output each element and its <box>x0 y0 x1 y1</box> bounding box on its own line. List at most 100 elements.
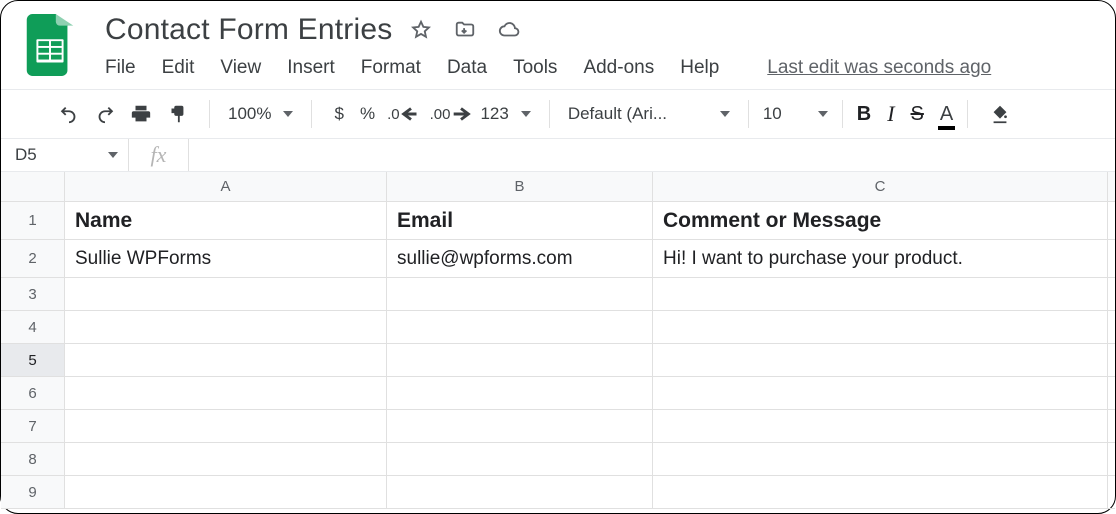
cell-A2[interactable]: Sullie WPForms <box>65 240 387 277</box>
caret-down-icon <box>283 111 293 117</box>
cell-B7[interactable] <box>387 410 653 442</box>
toolbar-separator <box>842 100 843 128</box>
cell-C7[interactable] <box>653 410 1108 442</box>
zoom-select[interactable]: 100% <box>224 104 297 124</box>
grid-row: 5 <box>1 344 1115 377</box>
percent-button[interactable]: % <box>352 104 383 124</box>
menu-tools[interactable]: Tools <box>513 57 557 79</box>
menu-data[interactable]: Data <box>447 57 487 79</box>
cell-B4[interactable] <box>387 311 653 343</box>
star-icon[interactable] <box>410 19 432 41</box>
increase-decimal-button[interactable]: .00 <box>426 96 477 132</box>
row-header-3[interactable]: 3 <box>1 278 65 310</box>
cell-C1[interactable]: Comment or Message <box>653 202 1108 239</box>
caret-down-icon <box>720 111 730 117</box>
col-header-B[interactable]: B <box>387 172 653 201</box>
menu-help[interactable]: Help <box>680 57 719 79</box>
cell-C8[interactable] <box>653 443 1108 475</box>
row-header-6[interactable]: 6 <box>1 377 65 409</box>
cell-C4[interactable] <box>653 311 1108 343</box>
menu-view[interactable]: View <box>220 57 261 79</box>
menu-edit[interactable]: Edit <box>162 57 195 79</box>
col-header-A[interactable]: A <box>65 172 387 201</box>
column-headers: A B C <box>1 172 1115 202</box>
cell-B2[interactable]: sullie@wpforms.com <box>387 240 653 277</box>
docs-header: Contact Form Entries File Edit View Inse… <box>1 1 1115 79</box>
grid-row: 9 <box>1 476 1115 509</box>
sheets-logo[interactable] <box>23 11 77 79</box>
col-header-C[interactable]: C <box>653 172 1108 201</box>
menu-insert[interactable]: Insert <box>287 57 335 79</box>
paint-format-button[interactable] <box>159 96 195 132</box>
row-header-1[interactable]: 1 <box>1 202 65 239</box>
strikethrough-button[interactable]: S <box>911 103 924 126</box>
cell-C3[interactable] <box>653 278 1108 310</box>
cell-A9[interactable] <box>65 476 387 508</box>
row-header-8[interactable]: 8 <box>1 443 65 475</box>
redo-button[interactable] <box>87 96 123 132</box>
cell-B6[interactable] <box>387 377 653 409</box>
grid-row: 1 Name Email Comment or Message <box>1 202 1115 240</box>
cell-B3[interactable] <box>387 278 653 310</box>
italic-button[interactable]: I <box>887 101 894 127</box>
select-all-corner[interactable] <box>1 172 65 201</box>
cell-B9[interactable] <box>387 476 653 508</box>
cell-C6[interactable] <box>653 377 1108 409</box>
formula-bar: D5 fx <box>1 138 1115 172</box>
cell-A6[interactable] <box>65 377 387 409</box>
number-format-select[interactable]: 123 <box>476 104 534 124</box>
menu-file[interactable]: File <box>105 57 136 79</box>
row-header-9[interactable]: 9 <box>1 476 65 508</box>
grid-row: 7 <box>1 410 1115 443</box>
formula-input[interactable] <box>189 139 1115 171</box>
row-header-7[interactable]: 7 <box>1 410 65 442</box>
cell-C5[interactable] <box>653 344 1108 376</box>
menu-addons[interactable]: Add-ons <box>583 57 654 79</box>
zoom-value: 100% <box>228 104 271 124</box>
cell-C9[interactable] <box>653 476 1108 508</box>
cell-A7[interactable] <box>65 410 387 442</box>
cell-A8[interactable] <box>65 443 387 475</box>
last-edit-link[interactable]: Last edit was seconds ago <box>767 57 991 79</box>
toolbar-separator <box>209 100 210 128</box>
cloud-status-icon[interactable] <box>498 19 520 41</box>
cell-B8[interactable] <box>387 443 653 475</box>
row-header-5[interactable]: 5 <box>1 344 65 376</box>
fill-color-button[interactable] <box>982 96 1018 132</box>
grid-row: 6 <box>1 377 1115 410</box>
caret-down-icon[interactable] <box>818 111 828 117</box>
decrease-decimal-button[interactable]: .0 <box>383 96 426 132</box>
cell-B1[interactable]: Email <box>387 202 653 239</box>
cell-A1[interactable]: Name <box>65 202 387 239</box>
cell-C2[interactable]: Hi! I want to purchase your product. <box>653 240 1108 277</box>
bold-button[interactable]: B <box>857 103 871 126</box>
font-size-value[interactable]: 10 <box>763 104 782 124</box>
cell-B5[interactable] <box>387 344 653 376</box>
grid-row: 2 Sullie WPForms sullie@wpforms.com Hi! … <box>1 240 1115 278</box>
doc-title[interactable]: Contact Form Entries <box>105 13 392 47</box>
text-color-button[interactable]: A <box>940 103 953 126</box>
undo-button[interactable] <box>51 96 87 132</box>
toolbar-separator <box>549 100 550 128</box>
toolbar-separator <box>967 100 968 128</box>
caret-down-icon <box>108 152 118 158</box>
currency-button[interactable]: $ <box>326 104 351 124</box>
fx-icon: fx <box>129 139 189 171</box>
grid-row: 4 <box>1 311 1115 344</box>
toolbar-separator <box>311 100 312 128</box>
toolbar: 100% $ % .0 .00 123 Default (Ari... 10 B… <box>1 90 1115 138</box>
row-header-4[interactable]: 4 <box>1 311 65 343</box>
move-icon[interactable] <box>454 19 476 41</box>
name-box[interactable]: D5 <box>1 139 129 171</box>
grid-row: 3 <box>1 278 1115 311</box>
cell-A3[interactable] <box>65 278 387 310</box>
font-select[interactable]: Default (Ari... <box>564 104 734 124</box>
cell-A5[interactable] <box>65 344 387 376</box>
font-value: Default (Ari... <box>568 104 708 124</box>
number-format-value: 123 <box>480 104 508 124</box>
row-header-2[interactable]: 2 <box>1 240 65 277</box>
menu-format[interactable]: Format <box>361 57 421 79</box>
cell-A4[interactable] <box>65 311 387 343</box>
cell-reference: D5 <box>15 145 37 165</box>
print-button[interactable] <box>123 96 159 132</box>
